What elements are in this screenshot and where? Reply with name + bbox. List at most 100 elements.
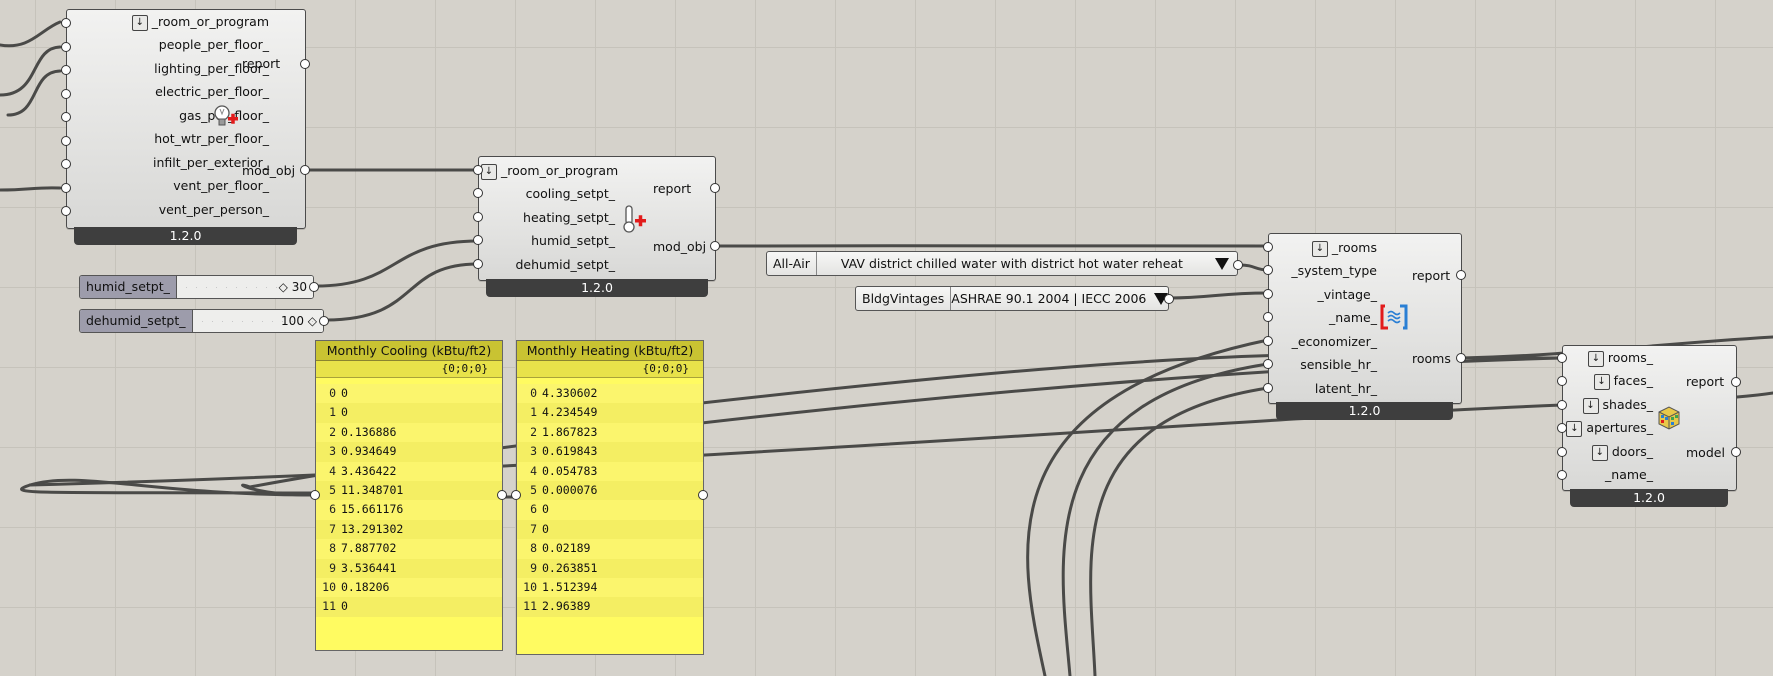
input-dot[interactable] [61,206,71,216]
input-port[interactable]: lighting_per_floor_ [73,57,269,80]
input-dot[interactable] [1263,359,1273,369]
output-port-report[interactable]: report [653,177,691,200]
input-dot[interactable] [1263,265,1273,275]
input-port[interactable]: ↓ _room_or_program [481,159,618,182]
input-port[interactable]: ↓ rooms_ [1565,346,1653,369]
flatten-icon[interactable]: ↓ [481,163,497,180]
input-dot[interactable] [1557,353,1567,363]
slider-track[interactable]: ◇ 30 [176,276,313,298]
output-port-report[interactable]: report [1412,264,1450,287]
input-port[interactable]: ↓ apertures_ [1565,416,1653,439]
input-dot[interactable] [1263,312,1273,322]
output-dot[interactable] [1164,294,1174,304]
input-port[interactable]: _vintage_ [1271,283,1377,306]
input-dot[interactable] [473,235,483,245]
input-dot[interactable] [511,490,521,500]
output-dot[interactable] [698,490,708,500]
dropdown-arrow-icon[interactable] [1215,257,1229,270]
input-dot[interactable] [1263,289,1273,299]
input-dot[interactable] [1557,423,1567,433]
input-port[interactable]: latent_hr_ [1271,377,1377,400]
monthly-cooling-panel[interactable]: Monthly Cooling (kBtu/ft2) {0;0;0} 00102… [315,340,503,651]
output-port-mod-obj[interactable]: mod_obj [242,159,295,182]
output-dot[interactable] [300,59,310,69]
input-dot[interactable] [1557,470,1567,480]
input-dot[interactable] [61,136,71,146]
output-dot[interactable] [1456,270,1466,280]
input-dot[interactable] [1557,376,1567,386]
input-dot[interactable] [1263,242,1273,252]
input-port[interactable]: vent_per_floor_ [73,174,269,197]
output-dot[interactable] [1731,447,1741,457]
output-dot[interactable] [497,490,507,500]
input-dot[interactable] [1557,447,1567,457]
setpoint-component[interactable]: ↓ _room_or_program cooling_setpt_ heating… [478,156,716,281]
input-port[interactable]: ↓ faces_ [1565,369,1653,392]
input-port[interactable]: vent_per_person_ [73,198,269,221]
flatten-icon[interactable]: ↓ [131,14,148,31]
input-port[interactable]: infilt_per_exterior_ [73,151,269,174]
output-port-report[interactable]: report [1686,370,1724,393]
output-dot[interactable] [1731,377,1741,387]
flatten-icon[interactable]: ↓ [1587,350,1604,367]
output-dot[interactable] [1456,353,1466,363]
input-dot[interactable] [473,259,483,269]
vintage-value-list[interactable]: BldgVintages ASHRAE 90.1 2004 | IECC 200… [855,286,1169,311]
output-port-report[interactable]: report [242,52,280,75]
input-port[interactable]: _name_ [1565,463,1653,486]
input-port[interactable]: _system_type [1271,259,1377,282]
hvac-component[interactable]: ↓ _rooms _system_type _vintage_ _name_ _e… [1268,233,1462,404]
input-port[interactable]: heating_setpt_ [481,206,615,229]
input-port[interactable]: cooling_setpt_ [481,182,615,205]
input-dot[interactable] [61,65,71,75]
input-dot[interactable] [1263,336,1273,346]
input-port[interactable]: sensible_hr_ [1271,353,1377,376]
slider-track[interactable]: 100 ◇ [192,310,323,332]
input-dot[interactable] [310,490,320,500]
load-component[interactable]: ↓ _room_or_program people_per_floor_ ligh… [66,9,306,229]
input-port[interactable]: ↓ doors_ [1565,440,1653,463]
flatten-icon[interactable]: ↓ [1591,444,1608,461]
input-port[interactable]: _economizer_ [1271,330,1377,353]
output-dot[interactable] [309,282,319,292]
input-dot[interactable] [1263,383,1273,393]
flatten-icon[interactable]: ↓ [1582,397,1599,414]
output-dot[interactable] [1233,260,1243,270]
output-dot[interactable] [300,165,310,175]
model-component[interactable]: ↓ rooms_ ↓ faces_ ↓ shades_ ↓ apertures_ ↓ do… [1562,345,1737,491]
dehumid-setpt-slider[interactable]: dehumid_setpt_ 100 ◇ [79,309,324,333]
row-value: 0 [542,521,549,536]
input-dot[interactable] [61,183,71,193]
input-port[interactable]: ↓ _room_or_program [73,10,269,33]
flatten-icon[interactable]: ↓ [1593,373,1610,390]
flatten-icon[interactable]: ↓ [1566,420,1583,437]
input-dot[interactable] [1557,400,1567,410]
row-value: 0 [542,502,549,517]
input-port[interactable]: electric_per_floor_ [73,80,269,103]
output-dot[interactable] [319,316,329,326]
input-dot[interactable] [61,112,71,122]
input-dot[interactable] [61,18,71,28]
output-port-mod-obj[interactable]: mod_obj [653,235,706,258]
input-dot[interactable] [61,89,71,99]
input-port[interactable]: people_per_floor_ [73,33,269,56]
output-dot[interactable] [710,241,720,251]
output-dot[interactable] [710,183,720,193]
input-dot[interactable] [473,188,483,198]
humid-setpt-slider[interactable]: humid_setpt_ ◇ 30 [79,275,314,299]
input-port[interactable]: humid_setpt_ [481,229,615,252]
monthly-heating-panel[interactable]: Monthly Heating (kBtu/ft2) {0;0;0} 0 4.33… [516,340,704,655]
input-dot[interactable] [473,165,483,175]
input-port[interactable]: dehumid_setpt_ [481,253,616,276]
flatten-icon[interactable]: ↓ [1311,240,1328,257]
input-port[interactable]: ↓ shades_ [1565,393,1653,416]
input-port[interactable]: ↓ _rooms [1271,236,1377,259]
input-dot[interactable] [473,212,483,222]
input-dot[interactable] [61,42,71,52]
input-port[interactable]: _name_ [1271,306,1377,329]
input-dot[interactable] [61,159,71,169]
system-type-value-list[interactable]: All-Air VAV district chilled water with … [766,251,1238,276]
row-value: 0.18206 [341,579,390,594]
output-port-model[interactable]: model [1686,441,1725,464]
output-port-rooms[interactable]: rooms [1412,347,1451,370]
